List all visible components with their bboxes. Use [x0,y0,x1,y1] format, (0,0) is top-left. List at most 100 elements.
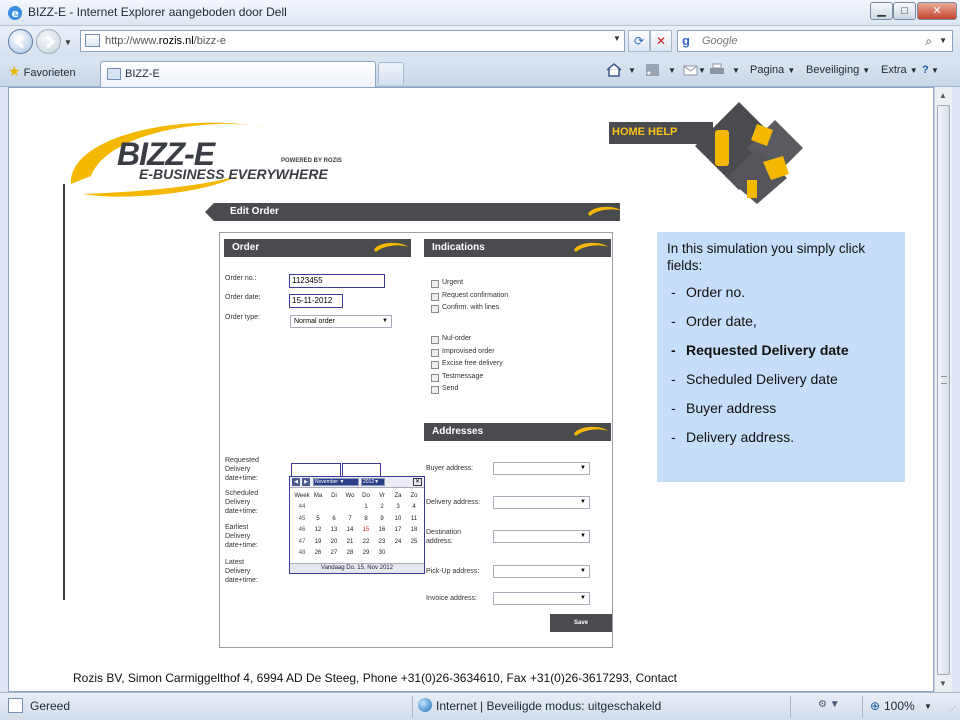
month-select[interactable]: November ▼ [313,478,359,486]
address-dropdown-icon[interactable]: ▼ [613,34,621,43]
calendar-day[interactable]: 1 [358,502,374,514]
calendar-day[interactable]: 29 [358,548,374,560]
zoom-level[interactable]: 100% [884,699,915,713]
print-dropdown-icon[interactable]: ▼ [732,64,740,76]
year-value: 2012 [363,479,375,485]
calendar-day[interactable]: 20 [326,536,342,548]
list-dash: - [671,371,676,387]
order-no-field[interactable]: 1123455 [289,274,385,288]
search-input[interactable]: g Google ⌕ ▼ [677,30,953,52]
refresh-button[interactable]: ⟳ [628,30,650,52]
calendar-day[interactable]: 7 [342,513,358,525]
requested-date-field[interactable] [291,463,341,477]
calendar-day[interactable]: 13 [326,525,342,537]
calendar-day[interactable]: 30 [374,548,390,560]
date-picker-close-button[interactable]: ✕ [413,478,422,486]
save-button[interactable]: Save [550,614,612,632]
status-separator [412,696,413,718]
calendar-day[interactable]: 16 [374,525,390,537]
feeds-icon[interactable] [645,63,661,77]
print-icon[interactable] [709,63,725,77]
calendar-day[interactable]: 21 [342,536,358,548]
vertical-scrollbar[interactable]: ▲ ▼ [934,87,952,692]
checkbox[interactable] [431,280,439,288]
calendar-day[interactable]: 28 [342,548,358,560]
new-tab-button[interactable] [378,62,404,84]
prev-month-button[interactable]: ◀ [292,478,300,486]
search-dropdown-icon[interactable]: ▼ [939,31,947,51]
calendar-day[interactable]: 24 [390,536,406,548]
scroll-thumb[interactable] [937,105,950,675]
calendar-day[interactable]: 8 [358,513,374,525]
calendar-day[interactable]: 18 [406,525,422,537]
address-input[interactable]: http://www.rozis.nl/bizz-e [80,30,625,52]
requested-time-field[interactable] [342,463,381,477]
mail-dropdown-icon[interactable]: ▼ [698,64,706,76]
calendar-day[interactable]: 10 [390,513,406,525]
invoice-address-select[interactable]: ▼ [493,592,590,605]
mail-icon[interactable] [683,63,699,77]
checkbox[interactable] [431,361,439,369]
tab-bizz-e[interactable]: BIZZ-E [100,61,376,87]
delivery-address-select[interactable]: ▼ [493,496,590,509]
calendar-day[interactable]: 2 [374,502,390,514]
minimize-button[interactable]: ▁ [870,2,893,20]
order-section-bar: Order [224,239,411,257]
forward-arrow-icon [46,35,56,49]
calendar-day[interactable]: 11 [406,513,422,525]
scroll-up-arrow-icon[interactable]: ▲ [939,91,947,100]
zoom-dropdown-icon[interactable]: ▼ [924,702,932,711]
feeds-dropdown-icon[interactable]: ▼ [668,64,676,76]
year-select[interactable]: 2012▼ [361,478,385,486]
checkbox-label: Send [442,385,459,392]
forward-button[interactable] [36,29,61,54]
safety-menu[interactable]: Beveiliging ▼ [806,64,870,76]
calendar-day[interactable]: 6 [326,513,342,525]
calendar-day[interactable]: 15 [358,525,374,537]
home-icon[interactable] [606,63,622,77]
page-menu[interactable]: Pagina ▼ [750,64,795,76]
close-button[interactable]: ✕ [917,2,957,20]
resize-grip-icon[interactable]: ⋰ [948,706,958,718]
security-zone-text[interactable]: Internet | Beveiligde modus: uitgeschake… [436,699,661,713]
checkbox[interactable] [431,373,439,382]
stop-button[interactable]: ✕ [650,30,672,52]
help-icon[interactable]: ? ▼ [922,64,939,76]
calendar-day[interactable]: 3 [390,502,406,514]
calendar-day[interactable]: 22 [358,536,374,548]
calendar-day[interactable]: 26 [310,548,326,560]
calendar-day[interactable]: 9 [374,513,390,525]
back-arrow-icon [14,35,24,49]
calendar-day[interactable]: 14 [342,525,358,537]
home-dropdown-icon[interactable]: ▼ [628,64,636,76]
order-type-select[interactable]: Normal order ▼ [290,315,392,328]
checkbox[interactable] [431,348,439,357]
calendar-day[interactable]: 12 [310,525,326,537]
back-button[interactable] [8,29,33,54]
calendar-day[interactable]: 17 [390,525,406,537]
favorites-button[interactable]: ★ Favorieten [8,63,76,80]
calendar-day[interactable]: 4 [406,502,422,514]
checkbox[interactable] [431,336,439,344]
today-link[interactable]: Vandaag Do. 15. Nov 2012 [290,563,424,573]
next-month-button[interactable]: ▶ [302,478,310,486]
buyer-address-select[interactable]: ▼ [493,462,590,475]
calendar-day[interactable]: 23 [374,536,390,548]
history-dropdown-icon[interactable]: ▼ [64,38,72,47]
order-date-field[interactable]: 15-11-2012 [289,294,343,308]
destination-address-select[interactable]: ▼ [493,530,590,543]
tools-menu[interactable]: Extra ▼ [881,64,918,76]
pickup-address-select[interactable]: ▼ [493,565,590,578]
zoom-icon[interactable]: ⊕ [870,699,880,713]
protected-mode-icon[interactable]: ⚙ ▼ [818,699,840,710]
checkbox[interactable] [431,386,439,394]
calendar-day[interactable]: 19 [310,536,326,548]
calendar-day[interactable]: 5 [310,513,326,525]
checkbox[interactable] [431,292,439,301]
scroll-down-arrow-icon[interactable]: ▼ [939,679,947,688]
calendar-day[interactable]: 27 [326,548,342,560]
calendar-day[interactable]: 25 [406,536,422,548]
checkbox[interactable] [431,305,439,313]
search-icon[interactable]: ⌕ [925,31,932,51]
maximize-button[interactable]: □ [893,2,916,20]
